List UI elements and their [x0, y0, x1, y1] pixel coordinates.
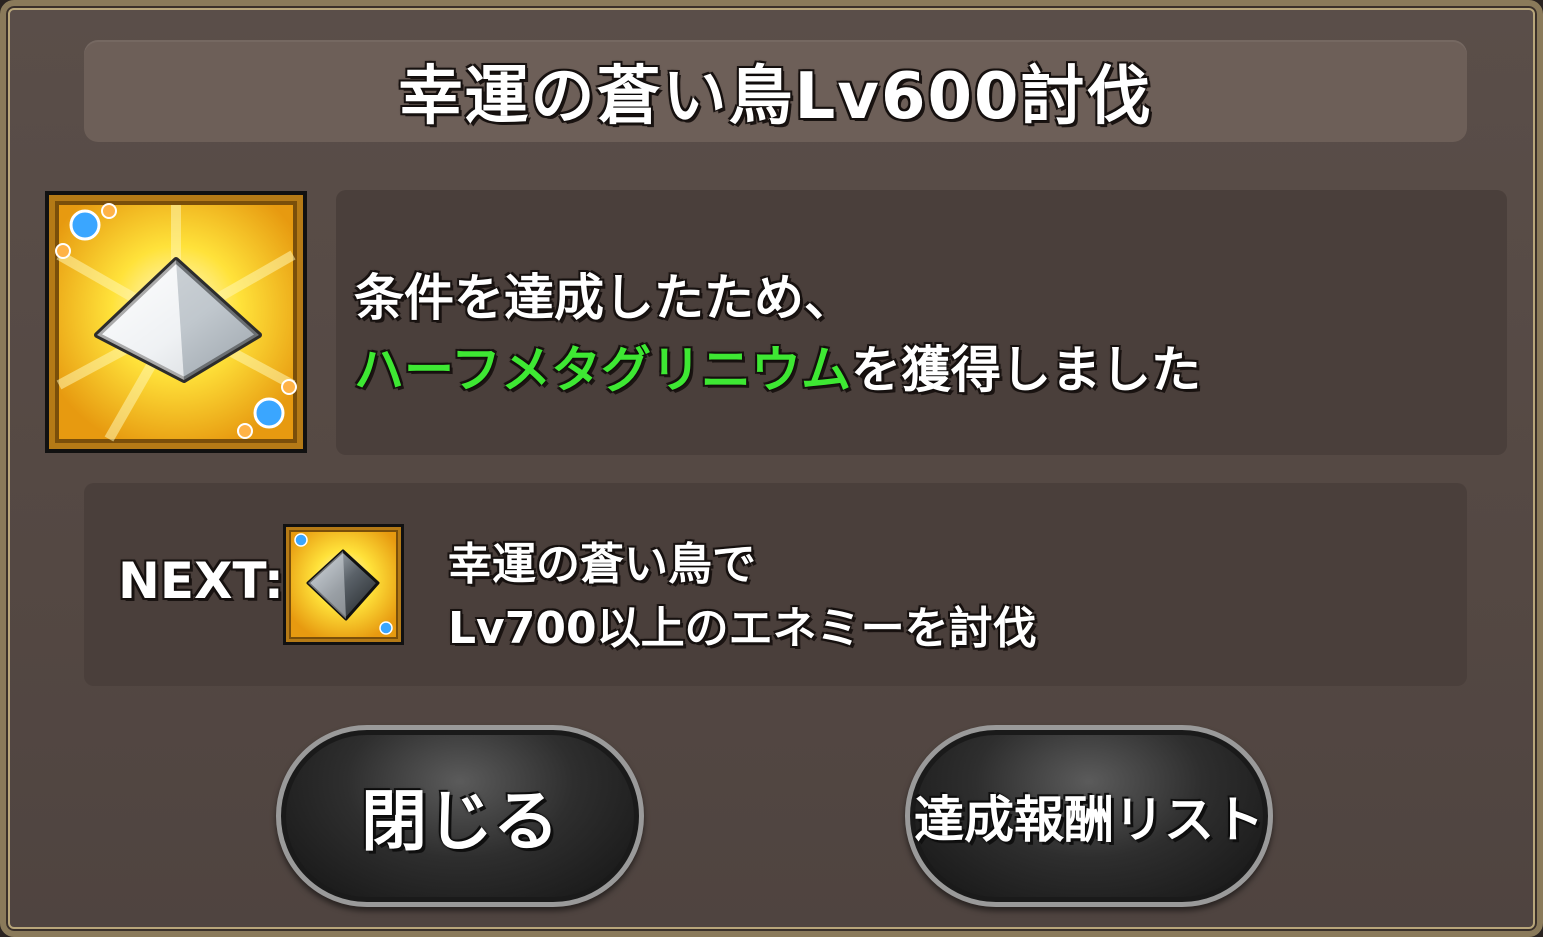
- dialog-title: 幸運の蒼い鳥Lv600討伐: [398, 60, 1153, 134]
- message-suffix: を獲得しました: [851, 341, 1201, 399]
- next-condition-line-1: 幸運の蒼い鳥で: [448, 539, 756, 590]
- next-condition-line-2: Lv700以上のエネミーを討伐: [448, 603, 1037, 654]
- close-button[interactable]: 閉じる: [276, 725, 644, 907]
- close-button-label: 閉じる: [361, 783, 559, 860]
- reward-list-button[interactable]: 達成報酬リスト: [905, 725, 1273, 907]
- next-label: NEXT:: [118, 552, 284, 610]
- half-metal-crystal-icon: [45, 191, 307, 453]
- message-line-1: 条件を達成したため、: [354, 269, 854, 327]
- reward-list-button-label: 達成報酬リスト: [914, 791, 1264, 849]
- reward-item-name: ハーフメタグリニウム: [354, 341, 851, 399]
- title-bar: 幸運の蒼い鳥Lv600討伐: [84, 40, 1467, 142]
- message-line-2: ハーフメタグリニウムを獲得しました: [354, 330, 1201, 402]
- metal-crystal-icon: [283, 524, 404, 645]
